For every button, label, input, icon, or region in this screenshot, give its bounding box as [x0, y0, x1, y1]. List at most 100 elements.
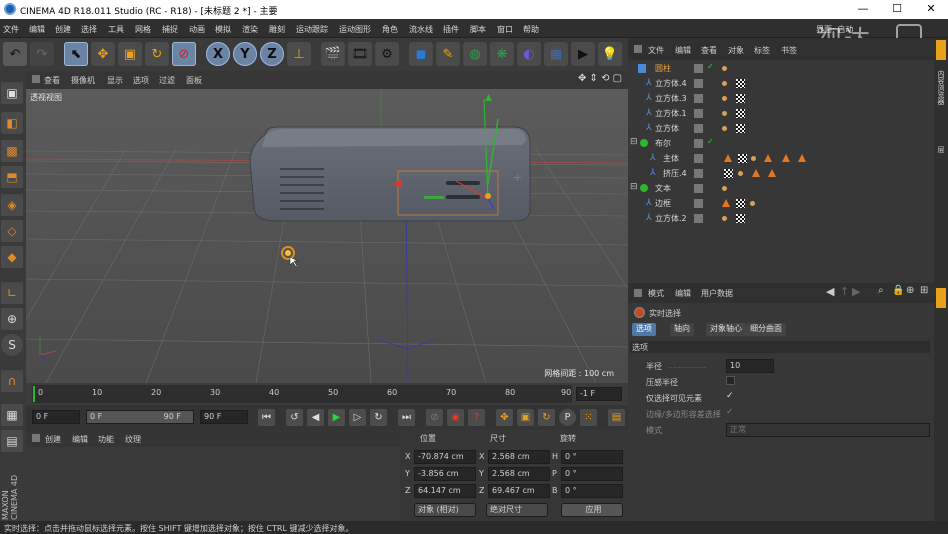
- object-menu-edit[interactable]: 编辑: [675, 45, 691, 56]
- close-button[interactable]: ✕: [914, 0, 948, 19]
- menu-motion-tracking[interactable]: 运动跟踪: [296, 24, 328, 35]
- size-x-field[interactable]: 2.568 cm: [488, 450, 550, 464]
- phong-tag-icon[interactable]: [782, 154, 790, 162]
- content-browser-tab[interactable]: 内容浏览器: [936, 70, 946, 105]
- end-frame-field[interactable]: 90 F: [200, 410, 248, 424]
- pos-y-field[interactable]: -3.856 cm: [414, 467, 476, 481]
- next-key-icon[interactable]: ↻: [370, 409, 387, 426]
- phong-tag-icon[interactable]: [722, 199, 730, 207]
- objects-tab[interactable]: [936, 40, 946, 60]
- menu-sculpt[interactable]: 雕刻: [269, 24, 285, 35]
- layer-icon[interactable]: [694, 199, 703, 208]
- select-icon[interactable]: ⬉: [64, 42, 88, 66]
- phong-tag-icon[interactable]: [768, 169, 776, 177]
- layers-tab[interactable]: 层: [936, 146, 946, 153]
- search-icon[interactable]: ⌕: [878, 285, 884, 296]
- phong-tag-icon[interactable]: [724, 154, 732, 162]
- layer-icon[interactable]: [694, 139, 703, 148]
- only-visible-checkbox[interactable]: ✓: [726, 391, 734, 401]
- viewport-menu-camera[interactable]: 摄像机: [71, 75, 95, 86]
- y-axis-icon[interactable]: Y: [233, 42, 257, 66]
- viewport-nav-icon[interactable]: ✥ ⇕ ⟲ ▢: [578, 73, 622, 84]
- pos-z-field[interactable]: 64.147 cm: [414, 484, 476, 498]
- menu-tools[interactable]: 工具: [108, 24, 124, 35]
- material-tag-icon[interactable]: [736, 124, 745, 133]
- collapse-icon[interactable]: ⊟: [630, 182, 638, 192]
- object-menu-bookmarks[interactable]: 书签: [781, 45, 797, 56]
- prev-key-icon[interactable]: ↺: [286, 409, 303, 426]
- phong-tag-icon[interactable]: [752, 169, 760, 177]
- pressure-radius-checkbox[interactable]: [726, 376, 735, 385]
- z-axis-icon[interactable]: Z: [260, 42, 284, 66]
- render-picture-icon[interactable]: 🎞: [348, 42, 372, 66]
- menu-plugins[interactable]: 插件: [443, 24, 459, 35]
- menu-window[interactable]: 窗口: [497, 24, 513, 35]
- viewport-menu-panel[interactable]: 面板: [186, 75, 202, 86]
- attr-menu-userdata[interactable]: 用户数据: [701, 288, 733, 299]
- menu-animate[interactable]: 动画: [189, 24, 205, 35]
- cloner-icon[interactable]: ❋: [490, 42, 514, 66]
- snap-icon[interactable]: S: [1, 334, 23, 356]
- coord-mode-dropdown[interactable]: 对象 (相对): [414, 503, 476, 517]
- subdivision-icon[interactable]: ◍: [463, 42, 487, 66]
- coord-system-icon[interactable]: ⊥: [287, 42, 311, 66]
- attr-tab-options[interactable]: 选项: [632, 323, 656, 336]
- object-menu-objects[interactable]: 对象: [728, 45, 744, 56]
- attributes-tab[interactable]: [936, 288, 946, 308]
- record-icon[interactable]: ◉: [447, 409, 464, 426]
- object-row[interactable]: ⊟ 文本: [628, 181, 934, 196]
- menu-snap[interactable]: 捕捉: [162, 24, 178, 35]
- layer-icon[interactable]: [694, 109, 703, 118]
- menu-mesh[interactable]: 网格: [135, 24, 151, 35]
- rot-b-field[interactable]: 0 °: [561, 484, 623, 498]
- nav-back-icon[interactable]: ◀: [826, 285, 834, 298]
- object-row[interactable]: ⅄ 立方体.1: [628, 106, 934, 121]
- make-editable-icon[interactable]: ▣: [1, 82, 23, 104]
- key-pla-icon[interactable]: ⁙: [580, 409, 597, 426]
- rotate-icon[interactable]: ↻: [145, 42, 169, 66]
- phong-tag-icon[interactable]: [764, 154, 772, 162]
- scheme-icon[interactable]: ▤: [608, 409, 625, 426]
- attr-menu-mode[interactable]: 模式: [648, 288, 664, 299]
- attr-tab-subdivision[interactable]: 细分曲面: [746, 323, 786, 336]
- playhead[interactable]: [33, 386, 35, 402]
- layer-icon[interactable]: [694, 124, 703, 133]
- apply-button[interactable]: 应用: [561, 503, 623, 517]
- object-menu-tags[interactable]: 标签: [754, 45, 770, 56]
- layer-icon[interactable]: [694, 64, 703, 73]
- phong-tag-icon[interactable]: [798, 154, 806, 162]
- material-tag-icon[interactable]: [724, 169, 733, 178]
- layer-icon[interactable]: [694, 169, 703, 178]
- timeline[interactable]: 0 10 20 30 40 50 60 70 80 90 -1 F: [26, 383, 628, 405]
- visible-check-icon[interactable]: ✓: [707, 62, 714, 71]
- menu-simulate[interactable]: 模拟: [215, 24, 231, 35]
- redo-icon[interactable]: ↷: [30, 42, 54, 66]
- perspective-viewport[interactable]: + 透视视图 网格间距 : 100 cm: [26, 89, 628, 383]
- scale-icon[interactable]: ▣: [118, 42, 142, 66]
- size-z-field[interactable]: 69.467 cm: [488, 484, 550, 498]
- menu-help[interactable]: 帮助: [523, 24, 539, 35]
- radius-field[interactable]: 10: [726, 359, 774, 373]
- start-frame-field[interactable]: 0 F: [32, 410, 80, 424]
- goto-start-icon[interactable]: ⏮: [258, 409, 275, 426]
- viewport-menu-options[interactable]: 选项: [133, 75, 149, 86]
- object-row[interactable]: ⅄ 立方体.2: [628, 211, 934, 226]
- menu-script[interactable]: 脚本: [470, 24, 486, 35]
- workplane-icon[interactable]: ⬒: [1, 166, 23, 188]
- expand-icon[interactable]: ⊞: [920, 285, 928, 296]
- viewport-menu-filter[interactable]: 过滤: [159, 75, 175, 86]
- render-view-icon[interactable]: 🎬: [321, 42, 345, 66]
- key-scale-icon[interactable]: ▣: [517, 409, 534, 426]
- magnet-icon[interactable]: ∩: [1, 370, 23, 392]
- material-menu-function[interactable]: 功能: [98, 434, 114, 445]
- layer-icon[interactable]: [694, 79, 703, 88]
- prev-frame-icon[interactable]: ◀: [307, 409, 324, 426]
- floor-icon[interactable]: ▦: [544, 42, 568, 66]
- frame-range-slider[interactable]: 0 F 90 F: [86, 410, 194, 424]
- next-frame-icon[interactable]: ▷: [349, 409, 366, 426]
- mode-dropdown[interactable]: 正常: [726, 423, 930, 437]
- menu-pipeline[interactable]: 流水线: [409, 24, 433, 35]
- current-frame-field[interactable]: -1 F: [576, 387, 622, 401]
- visible-check-icon[interactable]: ✓: [707, 137, 714, 146]
- minimize-button[interactable]: —: [846, 0, 880, 19]
